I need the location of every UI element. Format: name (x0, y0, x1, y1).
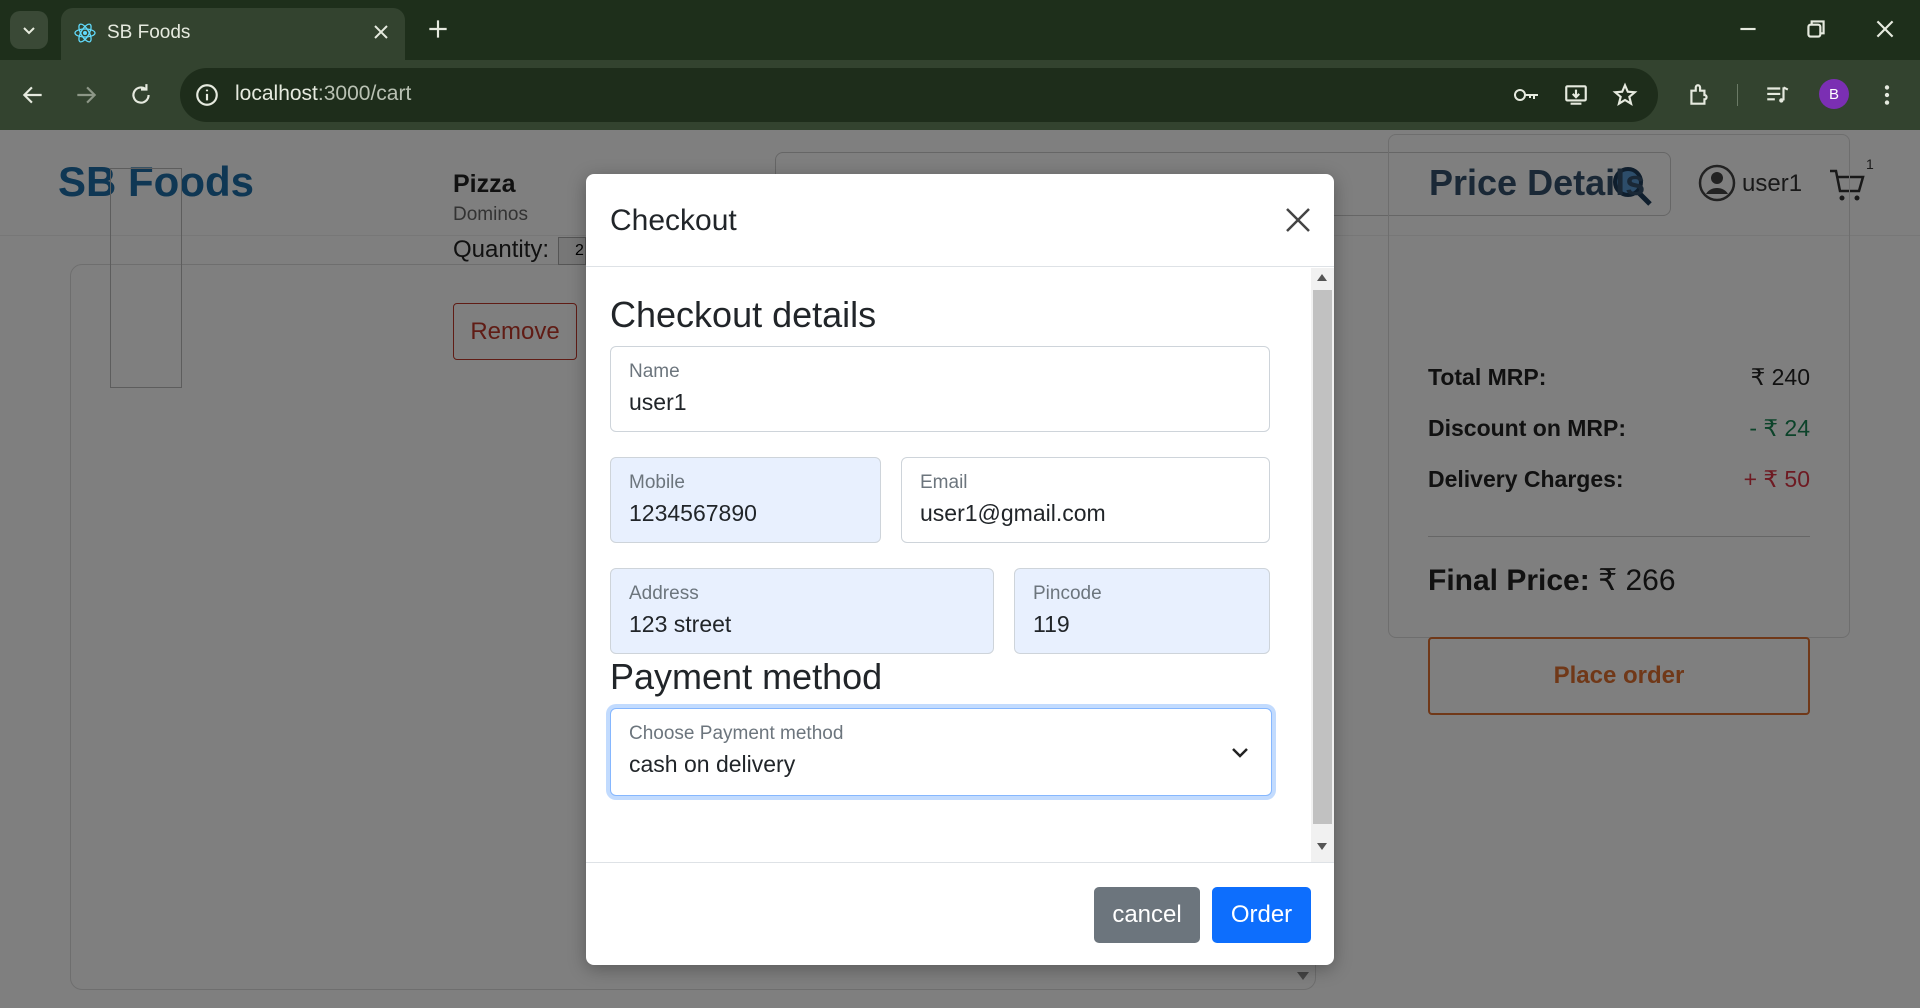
tab-title: SB Foods (107, 22, 191, 43)
payment-select-value[interactable]: cash on delivery (629, 751, 795, 778)
close-icon[interactable] (1282, 204, 1314, 236)
close-window-icon[interactable] (1872, 16, 1898, 42)
modal-scrollbar-thumb[interactable] (1313, 290, 1332, 824)
modal-title: Checkout (610, 204, 737, 237)
extensions-icon[interactable] (1686, 82, 1712, 108)
address-field-value[interactable]: 123 street (629, 611, 731, 638)
modal-header: Checkout (586, 174, 1334, 267)
password-key-icon[interactable] (1512, 82, 1540, 108)
menu-kebab-icon[interactable] (1874, 82, 1900, 108)
email-field-label: Email (920, 472, 968, 493)
url-text[interactable]: localhost:3000/cart (235, 82, 411, 106)
order-button[interactable]: Order (1212, 887, 1311, 943)
browser-tab-active[interactable]: SB Foods (61, 8, 405, 60)
browser-toolbar: localhost:3000/cart B (0, 60, 1920, 130)
payment-method-select[interactable]: Choose Payment method cash on delivery (610, 708, 1272, 796)
mobile-field[interactable]: Mobile 1234567890 (610, 457, 881, 543)
mobile-field-label: Mobile (629, 472, 685, 493)
pincode-field[interactable]: Pincode 119 (1014, 568, 1270, 654)
minimize-icon[interactable] (1735, 16, 1761, 42)
chevron-down-icon (23, 27, 35, 35)
scroll-up-icon[interactable] (1316, 272, 1328, 282)
profile-avatar[interactable]: B (1819, 79, 1849, 109)
checkout-modal: Checkout Checkout details Name user1 Mob… (586, 174, 1334, 965)
address-field[interactable]: Address 123 street (610, 568, 994, 654)
checkout-details-heading: Checkout details (610, 294, 877, 335)
name-field-value[interactable]: user1 (629, 389, 687, 416)
page-scroll-down-icon[interactable] (1296, 970, 1310, 982)
modal-body: Checkout details Name user1 Mobile 12345… (586, 268, 1334, 862)
install-app-icon[interactable] (1563, 82, 1589, 108)
mobile-field-value[interactable]: 1234567890 (629, 500, 757, 527)
email-field-value[interactable]: user1@gmail.com (920, 500, 1106, 527)
pincode-field-label: Pincode (1033, 583, 1102, 604)
modal-footer: cancel Order (586, 862, 1334, 965)
site-info-icon[interactable] (194, 82, 220, 108)
tab-search-button[interactable] (10, 11, 48, 49)
payment-select-label: Choose Payment method (629, 723, 844, 744)
payment-method-heading: Payment method (610, 656, 883, 697)
react-icon (74, 23, 96, 43)
name-field[interactable]: Name user1 (610, 346, 1270, 432)
name-field-label: Name (629, 361, 680, 382)
toolbar-divider (1737, 84, 1738, 106)
pincode-field-value[interactable]: 119 (1033, 611, 1070, 638)
forward-arrow-icon[interactable] (73, 82, 99, 108)
browser-tab-bar: SB Foods (0, 0, 1920, 60)
chevron-down-icon (1232, 748, 1248, 758)
restore-icon[interactable] (1803, 16, 1829, 42)
media-control-icon[interactable] (1764, 82, 1790, 108)
address-bar[interactable]: localhost:3000/cart (180, 68, 1658, 122)
bookmark-star-icon[interactable] (1612, 82, 1638, 108)
close-tab-icon[interactable] (369, 20, 393, 44)
reload-icon[interactable] (128, 82, 154, 108)
back-arrow-icon[interactable] (20, 82, 46, 108)
cancel-button[interactable]: cancel (1094, 887, 1200, 943)
scroll-down-icon[interactable] (1316, 842, 1328, 852)
new-tab-icon[interactable] (425, 16, 451, 42)
address-field-label: Address (629, 583, 699, 604)
email-field[interactable]: Email user1@gmail.com (901, 457, 1270, 543)
